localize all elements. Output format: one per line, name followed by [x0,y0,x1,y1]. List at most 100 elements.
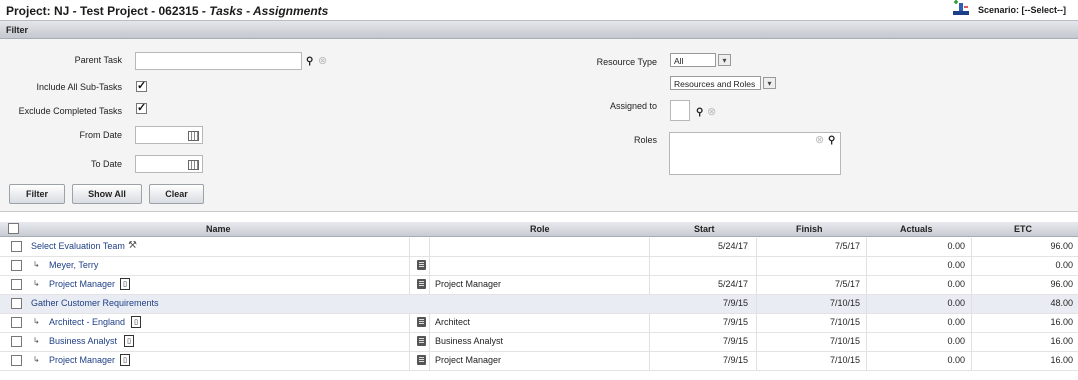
actuals-value: 0.00 [947,241,965,251]
table-row[interactable]: ↳ Project Manager ▯ Project Manager 5/24… [0,276,1078,295]
notes-icon[interactable] [417,336,426,346]
column-header-etc[interactable]: ETC [1014,224,1032,234]
clear-icon[interactable]: ⊗ [318,56,327,67]
assignment-name[interactable]: Project Manager [49,279,115,289]
page-title-suffix: Tasks - Assignments [209,4,329,18]
resource-type-label: Resource Type [596,57,657,67]
scenario-selector[interactable]: Scenario: [--Select--] [978,5,1066,15]
row-checkbox[interactable] [11,260,22,271]
select-all-checkbox[interactable] [8,223,19,234]
clear-icon[interactable]: ⊗ [707,107,716,118]
row-checkbox[interactable] [11,317,22,328]
column-header-name[interactable]: Name [206,224,231,234]
row-checkbox[interactable] [11,279,22,290]
notes-icon[interactable] [417,355,426,365]
table-row[interactable]: ↳ Architect - England ▯ Architect 7/9/15… [0,314,1078,333]
etc-value: 48.00 [1050,298,1073,308]
assignment-name[interactable]: Architect - England [49,317,125,327]
resource-type-select[interactable]: All [670,53,716,67]
role-icon[interactable]: ▯ [120,354,130,366]
assignment-name[interactable]: Meyer, Terry [49,260,98,270]
etc-value: 96.00 [1050,279,1073,289]
grid-header: Name Role Start Finish Actuals ETC [0,222,1078,237]
binoculars-icon[interactable]: ⚲ [828,136,835,146]
from-date-label: From Date [79,130,122,140]
calendar-icon[interactable] [188,160,199,170]
chevron-down-icon[interactable]: ▾ [718,54,731,66]
table-row[interactable]: Gather Customer Requirements 7/9/15 7/10… [0,295,1078,314]
resources-roles-select[interactable]: Resources and Roles [670,76,761,90]
calendar-icon[interactable] [188,131,199,141]
assignment-name[interactable]: Project Manager [49,355,115,365]
row-checkbox[interactable] [11,336,22,347]
exclude-completed-checkbox[interactable] [136,101,147,114]
table-row[interactable]: ↳ Meyer, Terry 0.00 0.00 [0,257,1078,276]
filter-header-label: Filter [6,25,29,35]
title-bar: Project: NJ - Test Project - 062315 - Ta… [0,0,1078,20]
parent-task-input[interactable] [135,52,302,70]
parent-task-label: Parent Task [74,55,122,65]
binoculars-icon[interactable]: ⚲ [306,57,313,67]
column-header-actuals[interactable]: Actuals [900,224,933,234]
task-name[interactable]: Gather Customer Requirements [31,298,159,308]
column-header-finish[interactable]: Finish [796,224,823,234]
finish-date: 7/5/17 [834,279,860,289]
etc-value: 16.00 [1050,317,1073,327]
filter-header[interactable]: Filter [0,20,1078,39]
actuals-value: 0.00 [947,298,965,308]
etc-value: 96.00 [1050,241,1073,251]
include-subtasks-checkbox[interactable] [136,79,147,92]
actuals-value: 0.00 [947,336,965,346]
show-all-button[interactable]: Show All [72,184,142,204]
child-arrow-icon: ↳ [33,355,40,364]
finish-date: 7/10/15 [829,298,860,308]
row-checkbox[interactable] [11,298,22,309]
start-date: 7/9/15 [722,336,748,346]
start-date: 5/24/17 [717,279,748,289]
column-header-role[interactable]: Role [530,224,550,234]
notes-icon[interactable] [417,260,426,270]
child-arrow-icon: ↳ [33,260,40,269]
binoculars-icon[interactable]: ⚲ [696,108,703,118]
assigned-to-label: Assigned to [609,101,657,111]
assigned-to-input[interactable] [670,100,690,121]
start-date: 7/9/15 [722,317,748,327]
clear-button[interactable]: Clear [149,184,204,204]
role-icon[interactable]: ▯ [131,316,141,328]
clear-icon[interactable]: ⊗ [815,135,824,146]
etc-value: 16.00 [1050,355,1073,365]
actuals-value: 0.00 [947,260,965,270]
roles-label: Roles [633,135,657,145]
table-row[interactable]: ↳ Project Manager ▯ Project Manager 7/9/… [0,352,1078,371]
row-checkbox[interactable] [11,355,22,366]
start-date: 7/9/15 [722,298,748,308]
page-title-prefix: Project: NJ - Test Project - 062315 - [6,4,210,18]
role-value: Business Analyst [435,336,504,346]
child-arrow-icon: ↳ [33,279,40,288]
finish-date: 7/10/15 [829,317,860,327]
finish-date: 7/10/15 [829,355,860,365]
row-checkbox[interactable] [11,241,22,252]
finish-date: 7/10/15 [829,336,860,346]
role-icon[interactable]: ▯ [120,278,130,290]
table-row[interactable]: ↳ Business Analyst ▯ Business Analyst 7/… [0,333,1078,352]
finish-date: 7/5/17 [834,241,860,251]
role-value: Project Manager [435,355,502,365]
start-date: 5/24/17 [717,241,748,251]
chevron-down-icon[interactable]: ▾ [763,77,776,89]
scenario-icon[interactable] [952,0,970,16]
notes-icon[interactable] [417,279,426,289]
filter-button[interactable]: Filter [9,184,65,204]
role-icon[interactable]: ▯ [124,335,134,347]
start-date: 7/9/15 [722,355,748,365]
task-name[interactable]: Select Evaluation Team [31,241,125,251]
notes-icon[interactable] [417,317,426,327]
filter-panel: Parent Task ⚲ ⊗ Include All Sub-Tasks Ex… [0,39,1078,212]
assignment-name[interactable]: Business Analyst [49,336,117,346]
column-header-start[interactable]: Start [694,224,715,234]
table-row[interactable]: Select Evaluation Team ⚒ 5/24/17 7/5/17 … [0,238,1078,257]
actuals-value: 0.00 [947,355,965,365]
wrench-icon[interactable]: ⚒ [128,240,137,251]
etc-value: 0.00 [1055,260,1073,270]
exclude-completed-label: Exclude Completed Tasks [18,106,122,116]
